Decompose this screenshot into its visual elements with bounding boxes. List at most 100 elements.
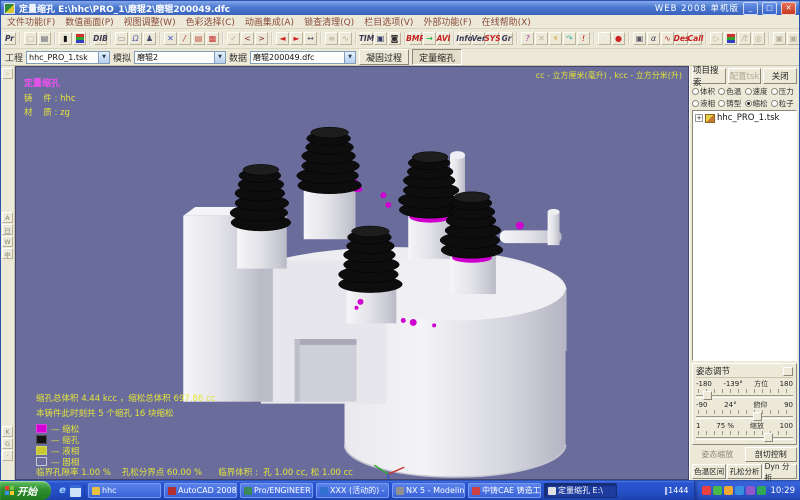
toolbar-button[interactable]: ?: [521, 32, 534, 45]
toolbar-button[interactable]: ✕: [164, 32, 177, 45]
toolbar-button[interactable]: ▣: [773, 32, 786, 45]
slider-thumb[interactable]: [703, 391, 712, 400]
tray-icon[interactable]: [702, 486, 711, 495]
start-button[interactable]: 开始: [0, 481, 51, 500]
radio-option[interactable]: 液相: [692, 98, 718, 108]
maximize-button[interactable]: □: [762, 2, 777, 15]
slider-thumb[interactable]: [753, 412, 762, 421]
toolbar-button[interactable]: [724, 32, 737, 45]
radio-option[interactable]: 粒子: [771, 98, 797, 108]
toolbar-button[interactable]: ∿: [661, 32, 674, 45]
strip-button[interactable]: 日: [2, 224, 13, 235]
solidify-process-button[interactable]: 凝固过程: [359, 49, 409, 65]
toolbar-button[interactable]: <: [241, 32, 254, 45]
data-select[interactable]: 磨辊200049.dfc ▼: [250, 51, 356, 64]
panel-close-button[interactable]: 关闭: [763, 68, 797, 84]
project-select[interactable]: hhc_PRO_1.tsk ▼: [26, 51, 110, 64]
toolbar-button[interactable]: TIM: [360, 32, 373, 45]
tray-icon[interactable]: [713, 486, 722, 495]
strip-button[interactable]: K: [2, 426, 13, 437]
toolbar-button[interactable]: →: [423, 32, 436, 45]
radio-option[interactable]: 速度: [745, 86, 771, 96]
toolbar-button[interactable]: ∿: [339, 32, 352, 45]
toolbar-button[interactable]: ↷: [563, 32, 576, 45]
toolbar-button[interactable]: /t: [738, 32, 751, 45]
show-desktop-icon[interactable]: [70, 485, 81, 497]
toolbar-button[interactable]: ⚡: [549, 32, 562, 45]
slider-track[interactable]: [696, 388, 793, 399]
chevron-down-icon[interactable]: ▼: [344, 52, 355, 63]
toolbar-button[interactable]: ≡: [325, 32, 338, 45]
toolbar-button[interactable]: ✕: [535, 32, 548, 45]
toolbar-button[interactable]: Pr: [3, 32, 16, 45]
toolbar-button[interactable]: ▣: [787, 32, 799, 45]
chevron-down-icon[interactable]: ▼: [98, 52, 109, 63]
strip-button[interactable]: A: [2, 212, 13, 223]
toolbar-button[interactable]: ▷: [710, 32, 723, 45]
slider-thumb[interactable]: [764, 433, 773, 442]
toolbar-button[interactable]: Des: [675, 32, 688, 45]
project-search-button[interactable]: 项目搜索: [692, 68, 726, 84]
3d-viewport[interactable]: 定量缩孔 铸 件 : hhc 材 质 : zg cc - 立方厘米(毫升) , …: [15, 66, 689, 480]
close-button[interactable]: ✕: [781, 2, 796, 15]
taskbar-app-button[interactable]: hhc: [88, 483, 161, 498]
strip-button[interactable]: 中: [2, 248, 13, 259]
radio-option[interactable]: 压力: [771, 86, 797, 96]
radio-option[interactable]: 色温: [718, 86, 744, 96]
toolbar-button[interactable]: !: [577, 32, 590, 45]
menu-item[interactable]: 色彩选择(C): [186, 15, 235, 28]
toolbar-button[interactable]: ▩: [206, 32, 219, 45]
taskbar-app-button[interactable]: Pro/ENGINEER Wil: [240, 483, 313, 498]
toolbar-button[interactable]: ►: [290, 32, 303, 45]
strip-button[interactable]: G: [2, 438, 13, 449]
toolbar-button[interactable]: ▮: [59, 32, 72, 45]
menu-item[interactable]: 动画集成(A): [245, 15, 294, 28]
tray-icon[interactable]: [724, 486, 733, 495]
toolbar-button[interactable]: Call: [689, 32, 702, 45]
tree-item[interactable]: + hhc_PRO_1.tsk: [695, 113, 794, 123]
toolbar-button[interactable]: DIB: [94, 32, 107, 45]
chevron-down-icon[interactable]: ▼: [214, 52, 225, 63]
minimize-button[interactable]: _: [743, 2, 758, 15]
toolbar-button[interactable]: Gr: [500, 32, 513, 45]
toolbar-button[interactable]: ↔: [304, 32, 317, 45]
toolbar-button[interactable]: ▤: [192, 32, 205, 45]
tray-icon[interactable]: [746, 486, 755, 495]
menu-item[interactable]: 在线帮助(X): [482, 15, 531, 28]
toolbar-button[interactable]: ▣: [374, 32, 387, 45]
menu-item[interactable]: 外部功能(F): [423, 15, 471, 28]
taskbar-app-button[interactable]: XXX (活动的) - P: [316, 483, 389, 498]
pose-panel-icon[interactable]: [783, 367, 793, 376]
menu-item[interactable]: 栏目选项(V): [364, 15, 413, 28]
toolbar-button[interactable]: /: [178, 32, 191, 45]
toolbar-button[interactable]: ◙: [388, 32, 401, 45]
toolbar-button[interactable]: ✓: [227, 32, 240, 45]
menu-item[interactable]: 文件功能(F): [7, 15, 55, 28]
strip-button[interactable]: W: [2, 236, 13, 247]
toolbar-button[interactable]: ▣: [633, 32, 646, 45]
toolbar-button[interactable]: BMP: [409, 32, 422, 45]
toolbar-button[interactable]: ◎: [752, 32, 765, 45]
slider-track[interactable]: [696, 409, 793, 420]
menu-item[interactable]: 数值画面(P): [65, 15, 113, 28]
quantify-shrinkage-button[interactable]: 定量缩孔: [412, 49, 462, 65]
toolbar-button[interactable]: ♟: [143, 32, 156, 45]
strip-button[interactable]: ·: [2, 450, 13, 461]
toolbar-button[interactable]: SYS: [486, 32, 499, 45]
tray-icon[interactable]: [735, 486, 744, 495]
toolbar-button[interactable]: ◄: [276, 32, 289, 45]
strip-button[interactable]: ◦: [2, 68, 13, 79]
slider-track[interactable]: [696, 430, 793, 441]
toolbar-button[interactable]: ◯: [598, 32, 611, 45]
toolbar-button[interactable]: ▢: [24, 32, 37, 45]
toolbar-button[interactable]: Info: [458, 32, 471, 45]
simulation-select[interactable]: 磨辊2 ▼: [134, 51, 226, 64]
toolbar-button[interactable]: [73, 32, 86, 45]
tray-icon[interactable]: [757, 486, 766, 495]
toolbar-button[interactable]: AVI: [437, 32, 450, 45]
toolbar-button[interactable]: >: [255, 32, 268, 45]
radio-option[interactable]: 铸型: [718, 98, 744, 108]
taskbar-app-button[interactable]: AutoCAD 2008 - [: [164, 483, 237, 498]
toolbar-button[interactable]: ●: [612, 32, 625, 45]
ie-icon[interactable]: e: [57, 485, 68, 497]
